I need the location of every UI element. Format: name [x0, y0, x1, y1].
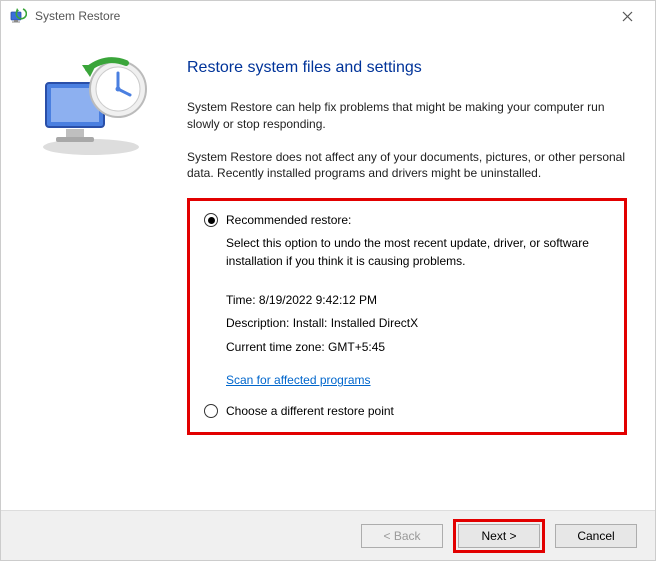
different-restore-option[interactable]: Choose a different restore point [204, 404, 610, 418]
page-heading: Restore system files and settings [187, 59, 627, 77]
timezone-label: Current time zone: [226, 340, 328, 354]
next-button-highlight: Next > [453, 519, 545, 553]
timezone-value: GMT+5:45 [328, 340, 385, 354]
time-label: Time: [226, 293, 259, 307]
content-pane: Restore system files and settings System… [181, 31, 655, 510]
next-button[interactable]: Next > [458, 524, 540, 548]
close-button[interactable] [607, 4, 647, 28]
restore-options-box: Recommended restore: Select this option … [187, 198, 627, 434]
recommended-description: Select this option to undo the most rece… [226, 235, 610, 270]
sidebar-graphic [1, 31, 181, 510]
dialog-body: Restore system files and settings System… [1, 31, 655, 510]
recommended-restore-label: Recommended restore: [226, 213, 351, 227]
restore-graphic-icon [26, 49, 156, 159]
system-restore-icon [9, 7, 27, 25]
cancel-button[interactable]: Cancel [555, 524, 637, 548]
different-restore-label: Choose a different restore point [226, 404, 394, 418]
dialog-footer: < Back Next > Cancel [1, 510, 655, 560]
restore-time: Time: 8/19/2022 9:42:12 PM [226, 292, 610, 309]
radio-unselected-icon [204, 404, 218, 418]
recommended-restore-option[interactable]: Recommended restore: [204, 213, 610, 227]
description-value: Install: Installed DirectX [293, 316, 418, 330]
restore-description: Description: Install: Installed DirectX [226, 315, 610, 332]
recommended-details: Select this option to undo the most rece… [226, 235, 610, 389]
titlebar: System Restore [1, 1, 655, 31]
intro-text-2: System Restore does not affect any of yo… [187, 149, 627, 183]
scan-affected-programs-link[interactable]: Scan for affected programs [226, 372, 371, 389]
description-label: Description: [226, 316, 293, 330]
window-title: System Restore [35, 9, 607, 23]
close-icon [622, 11, 633, 22]
restore-timezone: Current time zone: GMT+5:45 [226, 339, 610, 356]
system-restore-window: System Restore [0, 0, 656, 561]
time-value: 8/19/2022 9:42:12 PM [259, 293, 377, 307]
intro-text-1: System Restore can help fix problems tha… [187, 99, 627, 133]
radio-selected-icon [204, 213, 218, 227]
back-button: < Back [361, 524, 443, 548]
